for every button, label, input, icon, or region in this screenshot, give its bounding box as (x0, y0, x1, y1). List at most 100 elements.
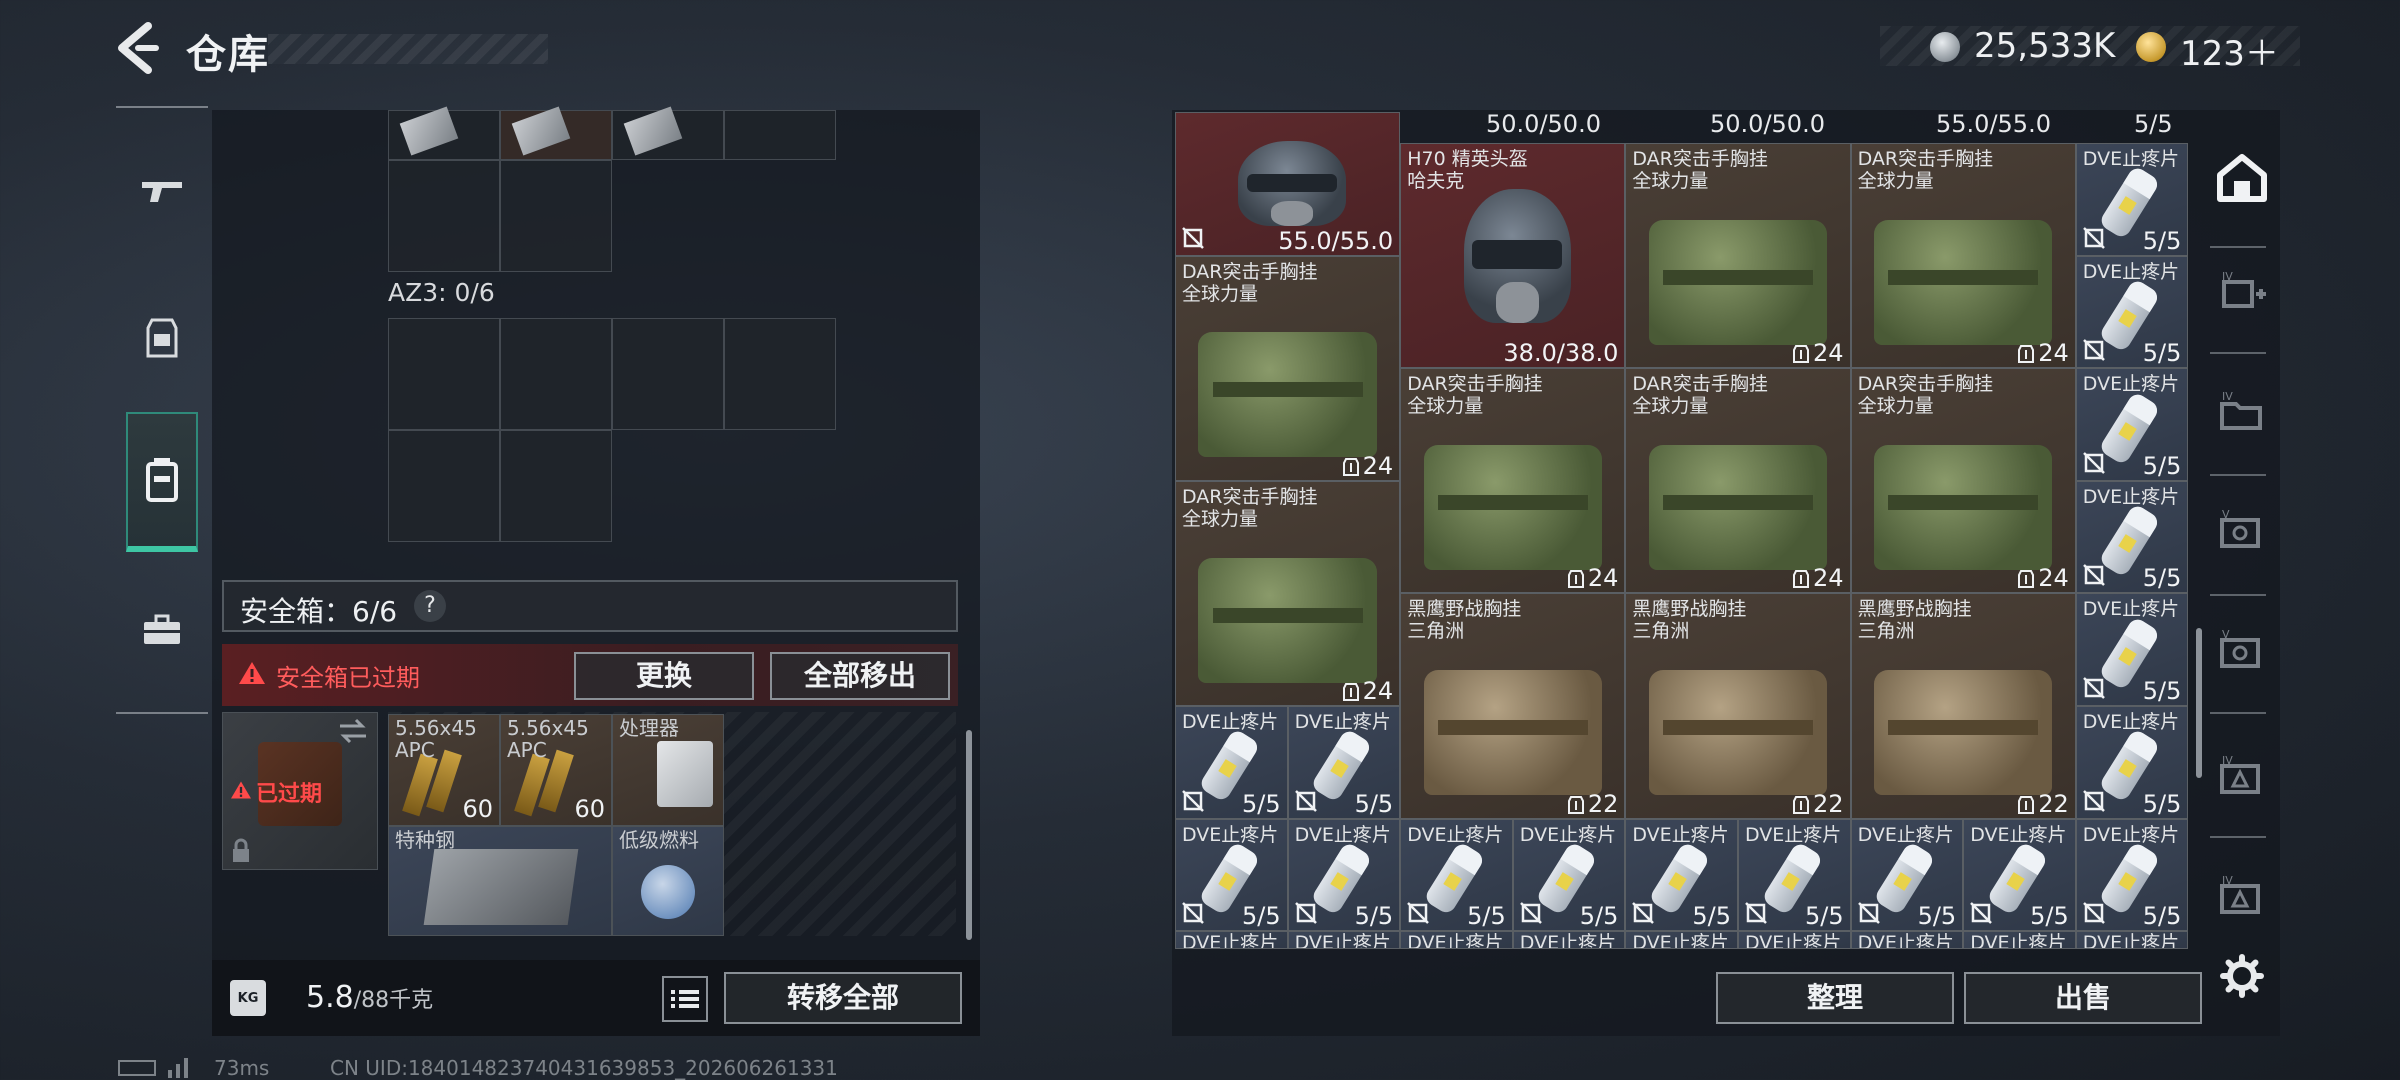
safe-item[interactable]: 处理器 (612, 714, 724, 826)
warehouse-item[interactable]: DAR突击手胸挂 全球力量 24 (1850, 143, 2076, 369)
rail-case[interactable] (126, 560, 198, 700)
left-scrollbar[interactable] (966, 730, 972, 940)
svg-text:IV: IV (2222, 270, 2233, 283)
back-button[interactable] (112, 20, 160, 76)
currency-gold[interactable]: 123＋ (2180, 26, 2279, 75)
rail-weapons[interactable] (126, 122, 198, 262)
safe-item[interactable]: 5.56x45 APC 60 (388, 714, 500, 826)
rail-extension-1[interactable]: IV (2212, 262, 2272, 322)
warehouse-item[interactable]: DVE止疼片 5/5 (1625, 818, 1738, 932)
rail-extension-5[interactable]: IV (2212, 746, 2272, 806)
warehouse-item[interactable]: DAR突击手胸挂 全球力量 24 (1850, 368, 2076, 594)
warehouse-item[interactable]: DVE止疼片 5/5 (1738, 818, 1851, 932)
list-button[interactable] (662, 976, 708, 1022)
item-name: DVE止疼片 (1182, 711, 1279, 733)
processor-image (657, 741, 713, 807)
item-capacity: 24 (1567, 564, 1619, 593)
grid-cell[interactable] (500, 160, 612, 272)
capacity-icon (1793, 795, 1810, 814)
warehouse-item[interactable]: DVE止疼片 5/5 (2075, 818, 2189, 932)
rail-extension-2[interactable]: IV (2212, 382, 2272, 442)
no-trade-icon (2082, 451, 2105, 474)
warehouse-item[interactable]: DVE止疼片 5/5 (1287, 818, 1401, 932)
grid-cell[interactable] (388, 318, 500, 430)
grid-cell[interactable] (612, 318, 724, 430)
item-count: 5/5 (2142, 226, 2182, 255)
currency-silver[interactable]: 25,533K (1974, 26, 2115, 66)
warehouse-item[interactable]: DVE止疼片 (1287, 931, 1401, 950)
warehouse-item[interactable]: DAR突击手胸挂 全球力量 24 (1400, 368, 1626, 594)
warehouse-item[interactable]: DVE止疼片 (1175, 931, 1288, 950)
grid-cell[interactable] (500, 318, 612, 430)
warehouse-item[interactable]: 55.0/55.0 (1175, 112, 1401, 256)
item-count: 5/5 (1692, 902, 1731, 931)
warehouse-item[interactable]: DVE止疼片 5/5 (1400, 818, 1513, 932)
warehouse-item[interactable]: DVE止疼片 5/5 (1287, 706, 1401, 819)
item-count: 24 (2038, 564, 2069, 593)
warehouse-item[interactable]: DVE止疼片 (1850, 931, 1964, 950)
remove-all-button[interactable]: 全部移出 (770, 652, 950, 700)
grid-cell[interactable] (724, 110, 836, 160)
warehouse-item[interactable]: DVE止疼片 5/5 (1850, 818, 1964, 932)
item-name: DVE止疼片 (1632, 932, 1729, 950)
item-name: DVE止疼片 (1970, 932, 2067, 950)
warehouse-item[interactable]: DAR突击手胸挂 全球力量 24 (1175, 255, 1401, 481)
rail-equipment[interactable] (126, 268, 198, 408)
warehouse-item[interactable]: DAR突击手胸挂 全球力量 24 (1175, 480, 1401, 706)
warehouse-item[interactable]: DVE止疼片 5/5 (2075, 368, 2189, 481)
warehouse-item[interactable]: DVE止疼片 (1512, 931, 1626, 950)
weight-value: 5.8 (306, 980, 354, 1015)
warehouse-item[interactable]: DVE止疼片 (1400, 931, 1513, 950)
svg-text:IV: IV (2222, 390, 2233, 403)
warehouse-item[interactable]: DVE止疼片 (1738, 931, 1851, 950)
item-count: 24 (1813, 564, 1844, 593)
warehouse-item[interactable]: DAR突击手胸挂 全球力量 24 (1625, 368, 1851, 594)
grid-cell[interactable] (500, 430, 612, 542)
warehouse-item[interactable]: DVE止疼片 5/5 (2075, 706, 2189, 819)
item-name: DVE止疼片 (2082, 485, 2180, 508)
warehouse-item[interactable]: 黑鹰野战胸挂 三角洲 22 (1400, 593, 1626, 819)
capacity-icon (2018, 570, 2035, 589)
warehouse-item[interactable]: DVE止疼片 5/5 (1963, 818, 2076, 932)
transfer-all-button[interactable]: 转移全部 (724, 972, 962, 1024)
rail-extension-3[interactable]: V (2212, 500, 2272, 560)
item-name: 5.56x45 APC (507, 716, 589, 762)
warehouse-item[interactable]: DVE止疼片 5/5 (1512, 818, 1626, 932)
warehouse-item[interactable]: DVE止疼片 (1963, 931, 2076, 950)
rail-extension-6[interactable]: IV (2212, 866, 2272, 926)
grid-cell[interactable] (724, 318, 836, 430)
safe-item[interactable]: 特种钢 (388, 826, 612, 936)
replace-button[interactable]: 更换 (574, 652, 754, 700)
rail-divider (2210, 352, 2266, 354)
swap-icon[interactable] (338, 718, 368, 748)
warehouse-item[interactable]: DVE止疼片 5/5 (1175, 706, 1288, 819)
safe-item[interactable]: 5.56x45 APC 60 (500, 714, 612, 826)
rail-backpack[interactable] (126, 412, 198, 552)
warehouse-item[interactable]: DVE止疼片 5/5 (2075, 593, 2189, 706)
warehouse-item[interactable]: DVE止疼片 (1625, 931, 1738, 950)
warehouse-item[interactable]: DAR突击手胸挂 全球力量 24 (1625, 143, 1851, 369)
sell-button[interactable]: 出售 (1964, 972, 2202, 1024)
sort-button[interactable]: 整理 (1716, 972, 1954, 1024)
warehouse-item[interactable]: DVE止疼片 5/5 (1175, 818, 1288, 932)
warehouse-item[interactable]: DVE止疼片 5/5 (2075, 143, 2189, 256)
right-scrollbar[interactable] (2196, 628, 2202, 778)
warehouse-item[interactable]: DVE止疼片 (2075, 931, 2189, 950)
help-button[interactable]: ? (414, 590, 446, 622)
warehouse-item[interactable]: 黑鹰野战胸挂 三角洲 22 (1850, 593, 2076, 819)
item-count: 24 (1587, 564, 1619, 593)
rail-extension-4[interactable]: V (2212, 620, 2272, 680)
warehouse-item[interactable]: DVE止疼片 5/5 (2075, 255, 2189, 369)
warehouse-item[interactable]: DVE止疼片 5/5 (2075, 480, 2189, 594)
rail-warehouse[interactable] (2212, 148, 2272, 208)
grid-cell[interactable] (388, 430, 500, 542)
safe-item[interactable]: 低级燃料 (612, 826, 724, 936)
warehouse-item[interactable]: 黑鹰野战胸挂 三角洲 22 (1625, 593, 1851, 819)
rail-divider (2210, 712, 2266, 714)
item-count: 60 (462, 795, 493, 823)
grid-cell[interactable] (388, 160, 500, 272)
silver-coin-icon (1930, 32, 1960, 62)
settings-button[interactable] (2212, 946, 2272, 1006)
warehouse-item[interactable]: H70 精英头盔 哈夫克 38.0/38.0 (1400, 143, 1626, 369)
capacity-icon (2018, 345, 2035, 364)
